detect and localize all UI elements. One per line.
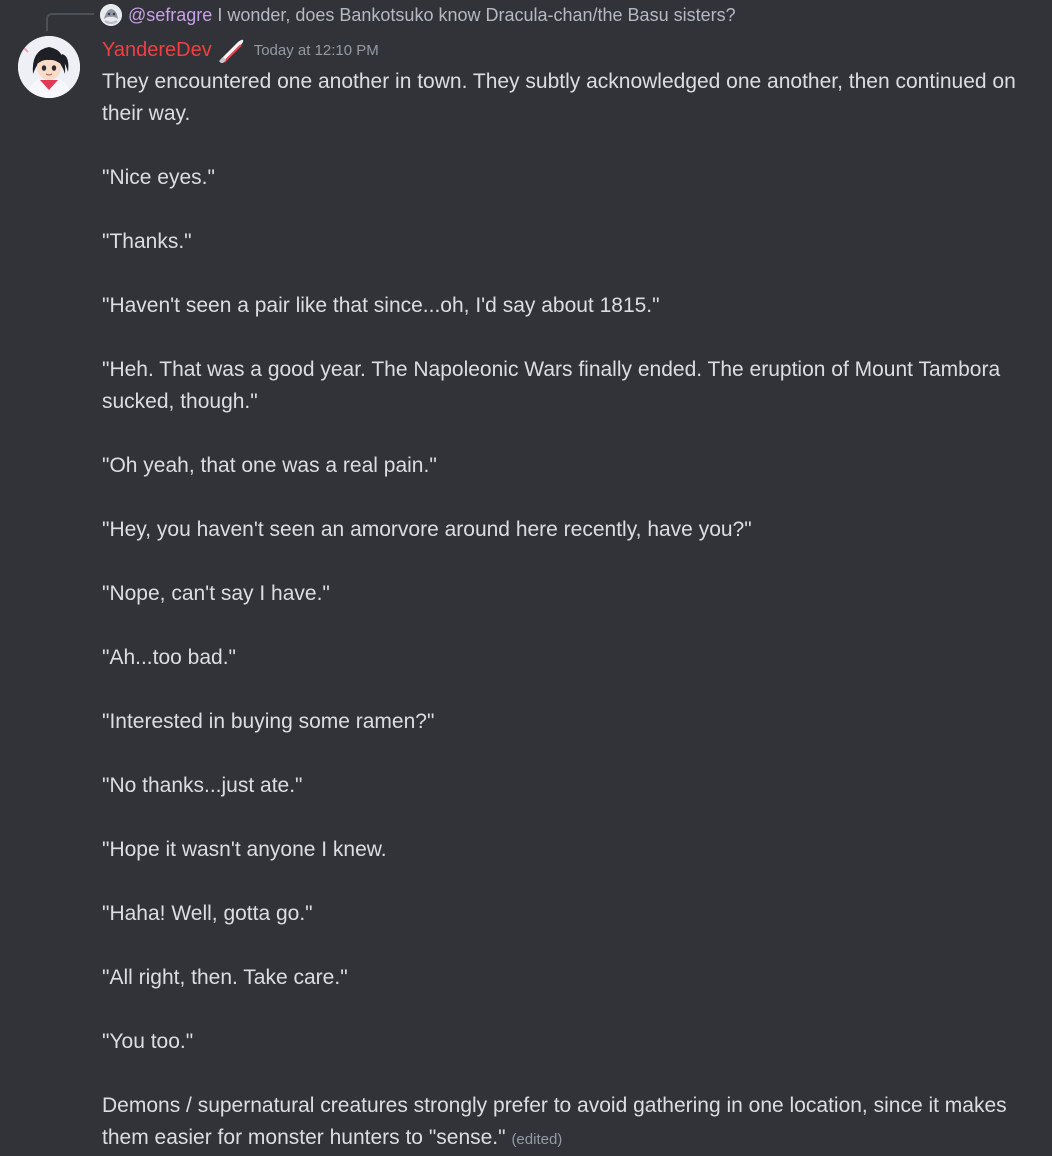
message-paragraph: "All right, then. Take care." <box>102 966 348 989</box>
message-paragraph: "No thanks...just ate." <box>102 774 303 797</box>
message-paragraph: They encountered one another in town. Th… <box>102 70 1022 125</box>
message-paragraph: "Nope, can't say I have." <box>102 582 330 605</box>
edited-label: (edited) <box>511 1131 563 1148</box>
message-paragraph: "Interested in buying some ramen?" <box>102 710 435 733</box>
message-paragraph: "Heh. That was a good year. The Napoleon… <box>102 358 1006 413</box>
message-paragraph: "Ah...too bad." <box>102 646 236 669</box>
message-paragraph: "Haven't seen a pair like that since...o… <box>102 294 660 317</box>
message-paragraph: "Hope it wasn't anyone I knew. <box>102 838 387 861</box>
message-paragraph: "Hey, you haven't seen an amorvore aroun… <box>102 518 752 541</box>
reply-connector <box>46 13 94 31</box>
chat-message: @sefragre I wonder, does Bankotsuko know… <box>0 0 1052 1152</box>
final-paragraph: Demons / supernatural creatures strongly… <box>102 1090 1032 1156</box>
message-content: They encountered one another in town. Th… <box>102 66 1032 1156</box>
message-paragraph: "Haha! Well, gotta go." <box>102 902 313 925</box>
reply-preview[interactable]: @sefragre I wonder, does Bankotsuko know… <box>100 3 736 27</box>
message-paragraph: "You too." <box>102 1030 194 1053</box>
reply-text[interactable]: I wonder, does Bankotsuko know Dracula-c… <box>217 5 735 26</box>
message-paragraph: "Thanks." <box>102 230 192 253</box>
knife-icon[interactable] <box>216 37 246 64</box>
timestamp[interactable]: Today at 12:10 PM <box>254 42 379 59</box>
reply-avatar-icon[interactable] <box>100 4 122 26</box>
user-avatar[interactable] <box>18 36 80 98</box>
username[interactable]: YandereDev <box>102 39 212 62</box>
reply-mention[interactable]: @sefragre <box>128 5 212 26</box>
message-paragraph: "Oh yeah, that one was a real pain." <box>102 454 437 477</box>
message-header: YandereDev Today at 12:10 PM <box>102 36 379 64</box>
message-paragraph: "Nice eyes." <box>102 166 215 189</box>
